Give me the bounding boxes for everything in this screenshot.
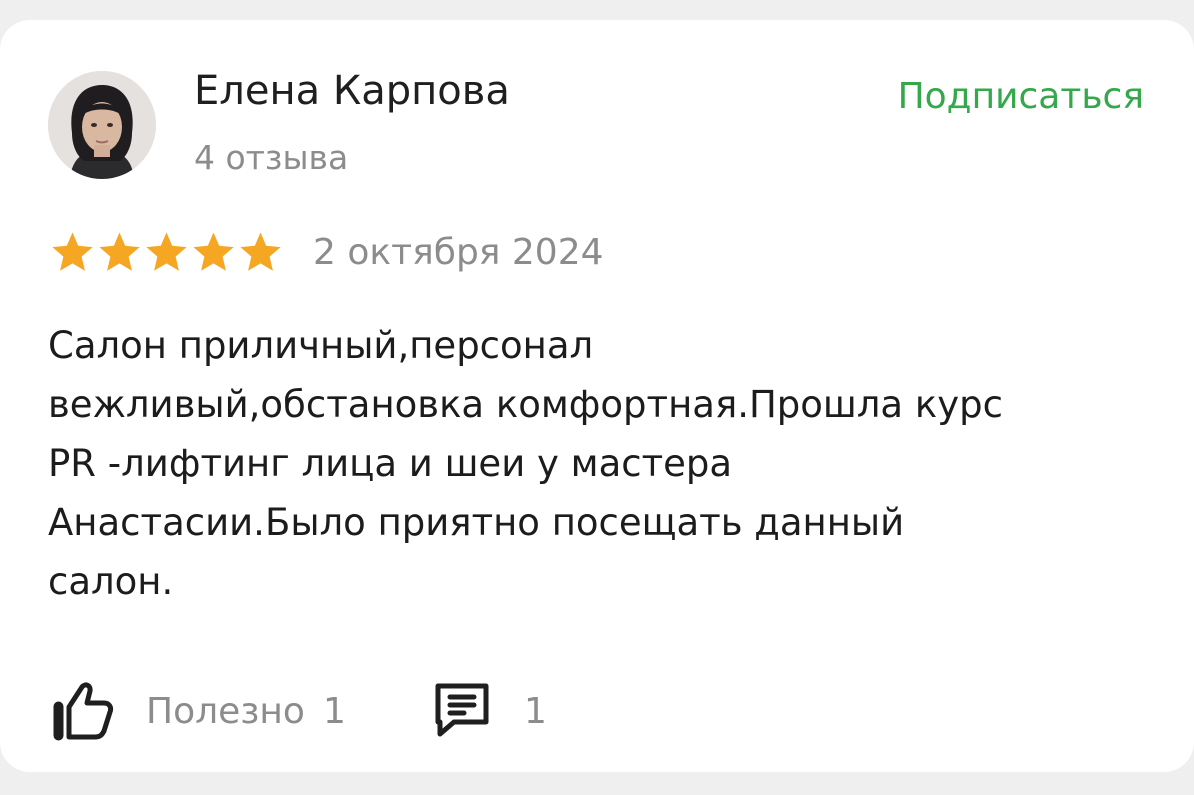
star-icon (240, 232, 281, 271)
review-text-line: салон. (48, 560, 174, 603)
star-icon (52, 232, 93, 271)
review-text-line: вежливый,обстановка комфортная.Прошла ку… (48, 383, 1003, 426)
review-text-line: PR -лифтинг лица и шеи у мастера (48, 442, 733, 485)
comment-icon (435, 683, 489, 737)
comments-count: 1 (524, 690, 547, 732)
author-review-count: 4 отзыва (194, 138, 349, 177)
avatar-image (48, 71, 156, 179)
helpful-label: Полезно (146, 690, 305, 732)
author-name[interactable]: Елена Карпова (194, 68, 510, 114)
helpful-count: 1 (322, 690, 346, 732)
review-text-line: Анастасии.Было приятно посещать данный (48, 501, 905, 544)
rating-stars (50, 231, 283, 273)
review-date: 2 октября 2024 (313, 232, 604, 273)
review-card: Елена Карпова 4 отзыва Подписаться 2 окт… (0, 20, 1194, 772)
review-text: Салон приличный,персонал вежливый,обстан… (48, 316, 1148, 611)
star-icon (193, 232, 234, 271)
comments-button[interactable]: 1 (432, 676, 547, 746)
subscribe-button[interactable]: Подписаться (898, 76, 1144, 117)
review-text-line: Салон приличный,персонал (48, 324, 594, 367)
star-icon (99, 232, 140, 271)
avatar[interactable] (48, 71, 156, 179)
helpful-button[interactable]: Полезно 1 (52, 676, 346, 746)
star-icon (146, 232, 187, 271)
thumbs-up-icon (53, 682, 114, 741)
